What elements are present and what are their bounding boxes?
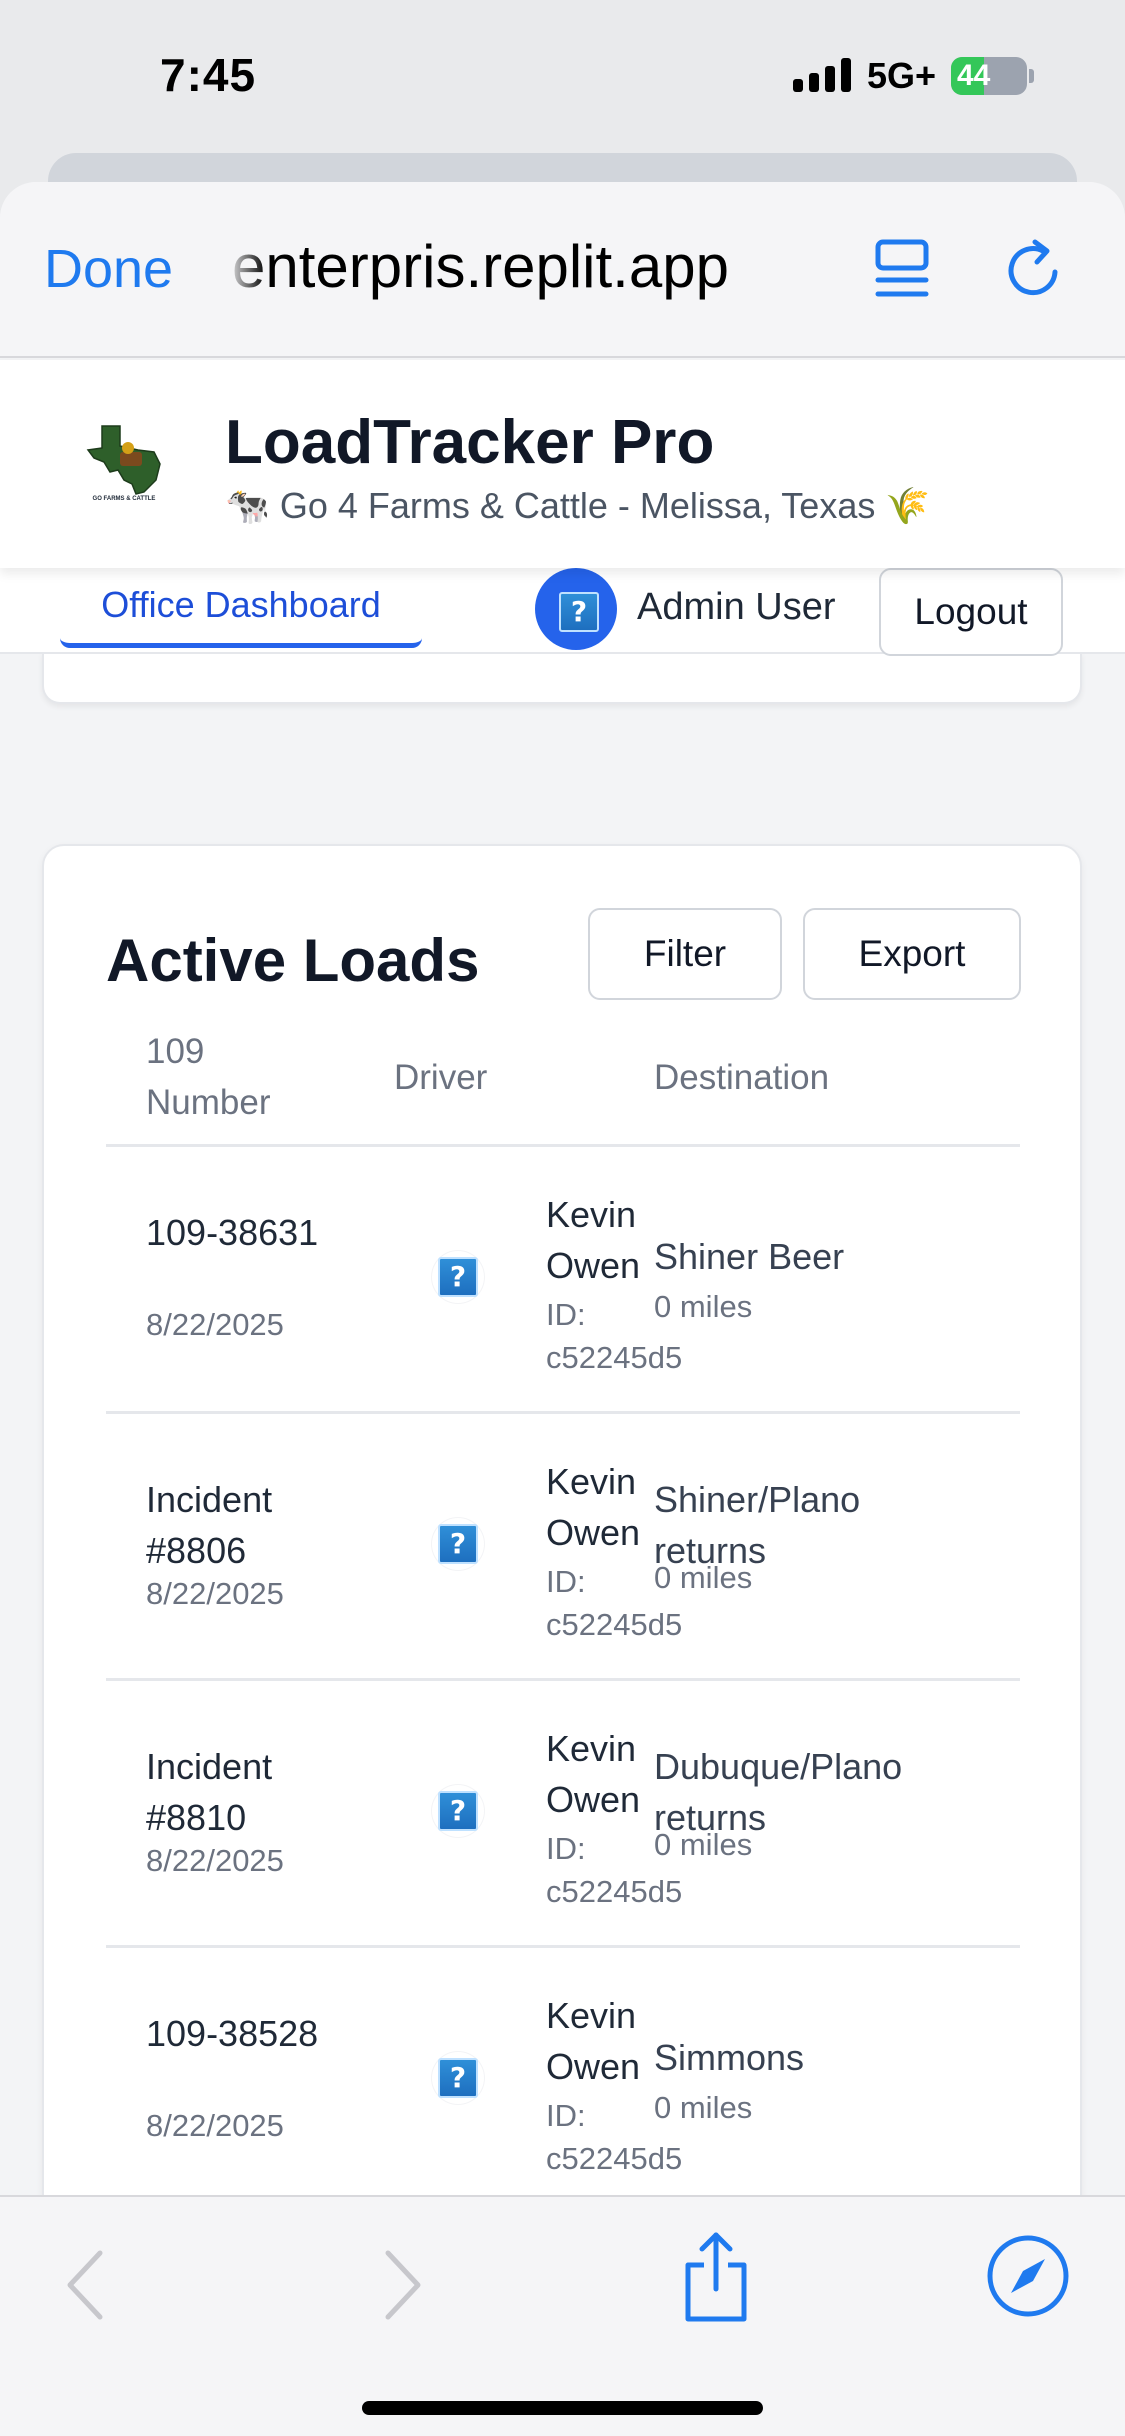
- nav-strip: Office Dashboard ? Admin User Logout: [0, 568, 1125, 656]
- load-number[interactable]: 109-38528: [146, 2008, 336, 2059]
- load-number[interactable]: Incident #8806: [146, 1474, 336, 1576]
- browser-sheet: Done enterpris.replit.app GO FARMS & CAT…: [0, 182, 1125, 2436]
- question-mark-icon: ?: [438, 1791, 478, 1831]
- status-time: 7:45: [160, 49, 257, 101]
- filter-button[interactable]: Filter: [588, 908, 782, 1000]
- battery-icon: 44: [951, 57, 1027, 95]
- driver-name: Kevin Owen: [546, 1728, 641, 1820]
- column-header-driver[interactable]: Driver: [394, 1052, 487, 1103]
- logo-text: GO FARMS & CATTLE: [93, 496, 156, 502]
- signal-icon: [793, 58, 851, 92]
- destination-name: Shiner Beer: [654, 1236, 845, 1277]
- driver-avatar: ?: [432, 2052, 484, 2104]
- question-mark-icon: ?: [438, 1524, 478, 1564]
- battery-cap: [1029, 69, 1034, 83]
- url-display[interactable]: enterpris.replit.app: [232, 232, 842, 301]
- driver-avatar: ?: [432, 1785, 484, 1837]
- destination-miles: 0 miles: [654, 1289, 753, 1324]
- load-number[interactable]: Incident #8810: [146, 1741, 336, 1843]
- load-date: 8/22/2025: [146, 2108, 284, 2143]
- reload-icon[interactable]: [1003, 238, 1067, 302]
- load-number[interactable]: 109-38631: [146, 1207, 336, 1258]
- driver-avatar: ?: [432, 1251, 484, 1303]
- column-header-destination[interactable]: Destination: [654, 1052, 829, 1103]
- destination-miles: 0 miles: [654, 1827, 753, 1862]
- load-date: 8/22/2025: [146, 1843, 284, 1878]
- load-date: 8/22/2025: [146, 1307, 284, 1342]
- logout-button[interactable]: Logout: [879, 568, 1063, 656]
- driver-name: Kevin Owen: [546, 1995, 641, 2087]
- user-name: Admin User: [637, 586, 836, 628]
- chevron-left-icon[interactable]: [60, 2245, 110, 2325]
- column-header-number[interactable]: 109 Number: [146, 1026, 326, 1128]
- load-date: 8/22/2025: [146, 1576, 284, 1611]
- app-subtitle: 🐄 Go 4 Farms & Cattle - Melissa, Texas 🌾: [225, 485, 931, 526]
- bottom-toolbar: [0, 2195, 1125, 2436]
- question-mark-icon: ?: [559, 592, 599, 632]
- driver-avatar: ?: [432, 1518, 484, 1570]
- share-icon[interactable]: [678, 2229, 754, 2325]
- table-row[interactable]: 109-38528 8/22/2025 ? Kevin Owen ID: c52…: [106, 1948, 1020, 2215]
- destination-name: Simmons: [654, 2037, 805, 2078]
- destination-miles: 0 miles: [654, 2090, 753, 2125]
- url-fade: [226, 222, 266, 312]
- table-row[interactable]: Incident #8806 8/22/2025 ? Kevin Owen ID…: [106, 1414, 1020, 1681]
- tab-office-dashboard[interactable]: Office Dashboard: [60, 568, 422, 648]
- destination-miles: 0 miles: [654, 1560, 753, 1595]
- active-loads-title: Active Loads: [106, 927, 480, 994]
- compass-icon[interactable]: [985, 2233, 1071, 2319]
- question-mark-icon: ?: [438, 2058, 478, 2098]
- browser-toolbar: Done enterpris.replit.app: [0, 182, 1125, 358]
- table-row[interactable]: Incident #8810 8/22/2025 ? Kevin Owen ID…: [106, 1681, 1020, 1948]
- status-bar: 7:45 5G+ 44: [0, 0, 1125, 150]
- export-button[interactable]: Export: [803, 908, 1021, 1000]
- texas-logo-icon: GO FARMS & CATTLE: [86, 425, 161, 502]
- chevron-right-icon[interactable]: [378, 2245, 428, 2325]
- reader-view-icon[interactable]: [874, 238, 930, 302]
- table-row[interactable]: 109-38631 8/22/2025 ? Kevin Owen ID: c52…: [106, 1147, 1020, 1414]
- driver-name: Kevin Owen: [546, 1461, 641, 1553]
- previous-card: [42, 652, 1082, 704]
- home-indicator: [362, 2401, 763, 2415]
- app-header: GO FARMS & CATTLE LoadTracker Pro 🐄 Go 4…: [0, 360, 1125, 568]
- network-type: 5G+: [867, 55, 937, 96]
- user-avatar[interactable]: ?: [535, 568, 617, 650]
- question-mark-icon: ?: [438, 1257, 478, 1297]
- done-button[interactable]: Done: [44, 238, 173, 300]
- driver-name: Kevin Owen: [546, 1194, 641, 1286]
- app-title: LoadTracker Pro: [225, 408, 715, 477]
- battery-level: 44: [957, 59, 991, 92]
